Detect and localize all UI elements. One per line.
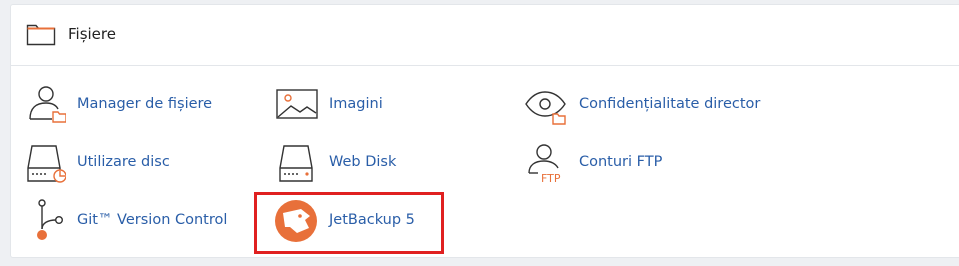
panel-header: Fișiere <box>11 5 959 66</box>
file-manager-label: Manager de fișiere <box>77 96 213 112</box>
file-manager-link[interactable]: Manager de fișiere <box>22 83 222 127</box>
directory-privacy-label: Confidențialitate director <box>579 96 761 112</box>
section-title: Fișiere <box>68 25 116 43</box>
disk-usage-link[interactable]: Utilizare disc <box>22 141 202 185</box>
ftp-accounts-icon: FTP <box>528 144 561 185</box>
images-label: Imagini <box>329 96 383 112</box>
web-disk-icon <box>279 145 313 182</box>
web-disk-label: Web Disk <box>329 154 397 170</box>
folder-icon <box>26 24 56 46</box>
images-icon <box>276 89 318 119</box>
web-disk-link[interactable]: Web Disk <box>274 141 414 185</box>
highlight-box <box>254 192 444 254</box>
directory-privacy-link[interactable]: Confidențialitate director <box>524 83 764 127</box>
disk-usage-icon <box>27 145 66 183</box>
git-version-control-link[interactable]: Git™ Version Control <box>22 199 232 243</box>
git-version-control-label: Git™ Version Control <box>77 212 228 228</box>
directory-privacy-icon <box>525 91 566 125</box>
ftp-badge-text: FTP <box>541 172 561 185</box>
file-manager-icon <box>29 86 66 123</box>
disk-usage-label: Utilizare disc <box>77 154 170 170</box>
images-link[interactable]: Imagini <box>274 83 414 127</box>
git-icon <box>37 199 64 240</box>
ftp-accounts-link[interactable]: FTP Conturi FTP <box>524 141 684 185</box>
ftp-accounts-label: Conturi FTP <box>579 154 663 170</box>
